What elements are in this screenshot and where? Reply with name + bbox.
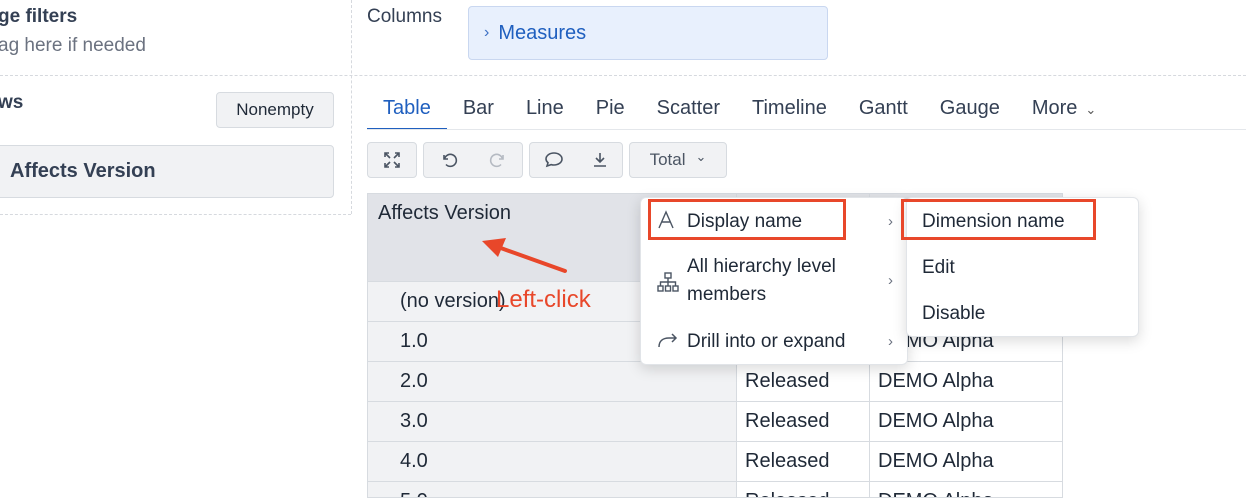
annotation-arrow-icon [482,238,567,273]
undo-icon [442,153,457,168]
cell-status: Released [745,490,830,497]
highlight-box-dimension-name [901,199,1096,240]
undo-button[interactable] [440,151,458,169]
tab-table[interactable]: Table [367,92,447,130]
row-version: 1.0 [400,330,428,352]
measures-chip[interactable]: › Measures [468,6,828,60]
submenu-item-disable[interactable]: Disable [907,290,1138,336]
chart-type-tabs: Table Bar Line Pie Scatter Timeline Gant… [367,92,1112,130]
table-row[interactable]: 5.0 [367,481,737,498]
total-dropdown[interactable]: Total ⌄ [629,142,727,178]
table-row[interactable]: 2.0 [367,361,737,402]
menu-item-label-line1: All hierarchy level [687,256,836,277]
tabs-underline [367,129,1246,130]
nonempty-button[interactable]: Nonempty [216,92,334,128]
table-row[interactable]: 3.0 [367,401,737,442]
table-cell: DEMO Alpha [869,361,1063,402]
redo-icon [489,153,504,168]
submenu-item-label: Disable [922,303,986,324]
comment-download-group [529,142,623,178]
table-cell: DEMO Alpha [869,401,1063,442]
chevron-right-icon: › [888,213,893,230]
cell-project: DEMO Alpha [878,450,994,472]
annotation-text: Left-click [496,286,591,313]
tab-gantt[interactable]: Gantt [843,92,924,130]
hierarchy-icon [657,272,679,298]
total-label: Total [649,150,686,169]
download-button[interactable] [591,151,609,169]
highlight-box-display-name [648,199,846,240]
row-version: 4.0 [400,450,428,472]
tab-line[interactable]: Line [510,92,580,130]
table-cell: Released [736,361,870,402]
row-version: 5.0 [400,490,428,497]
comment-button[interactable] [544,151,564,169]
table-row[interactable]: 4.0 [367,441,737,482]
table-cell: Released [736,481,870,498]
tab-more[interactable]: More ⌄ [1016,92,1112,130]
menu-item-label: Drill into or expand [687,331,846,352]
table-cell: Released [736,401,870,442]
expand-icon [384,152,400,168]
menu-item-label-line2: members [687,284,767,305]
panel-divider-horizontal [0,75,1246,76]
table-cell: DEMO Alpha [869,481,1063,498]
row-version: 3.0 [400,410,428,432]
cell-status: Released [745,410,830,432]
tab-timeline[interactable]: Timeline [736,92,843,130]
chevron-right-icon: › [484,24,490,41]
measures-label: Measures [498,21,587,44]
page-filters-hint: ag here if needed [0,35,146,56]
table-cell: Released [736,441,870,482]
cell-project: DEMO Alpha [878,490,994,497]
panel-divider-vertical [351,0,352,214]
download-icon [593,153,606,167]
cell-project: DEMO Alpha [878,370,994,392]
rows-divider [0,214,351,215]
row-version: (no version) [400,290,506,312]
tab-scatter[interactable]: Scatter [641,92,736,130]
table-cell: DEMO Alpha [869,441,1063,482]
redo-button[interactable] [489,151,507,169]
menu-item-drill-into-or-expand[interactable]: Drill into or expand › [641,318,907,364]
chevron-down-icon: ⌄ [1085,102,1097,117]
rows-title: ws [0,92,24,113]
page-filters-title: ge filters [0,6,78,27]
tab-bar[interactable]: Bar [447,92,510,130]
columns-label: Columns [367,6,442,27]
table-header-label: Affects Version [378,202,512,224]
tab-gauge[interactable]: Gauge [924,92,1016,130]
row-dimension-chip[interactable]: Affects Version [0,145,334,198]
tab-pie[interactable]: Pie [580,92,641,130]
menu-item-all-hierarchy-level-members[interactable]: All hierarchy level members › [641,246,907,318]
cell-status: Released [745,450,830,472]
submenu-item-edit[interactable]: Edit [907,244,1138,290]
undo-redo-group [423,142,523,178]
row-version: 2.0 [400,370,428,392]
chevron-right-icon: › [888,333,893,350]
chevron-right-icon: › [888,272,893,289]
row-dimension-label: Affects Version [10,160,156,182]
tab-more-label: More [1031,97,1078,119]
submenu-item-label: Edit [922,257,955,278]
cell-project: DEMO Alpha [878,410,994,432]
cell-status: Released [745,370,830,392]
drill-arrow-icon [657,331,679,355]
chevron-down-icon: ⌄ [695,149,707,164]
expand-button[interactable] [367,142,417,178]
comment-icon [544,152,563,168]
